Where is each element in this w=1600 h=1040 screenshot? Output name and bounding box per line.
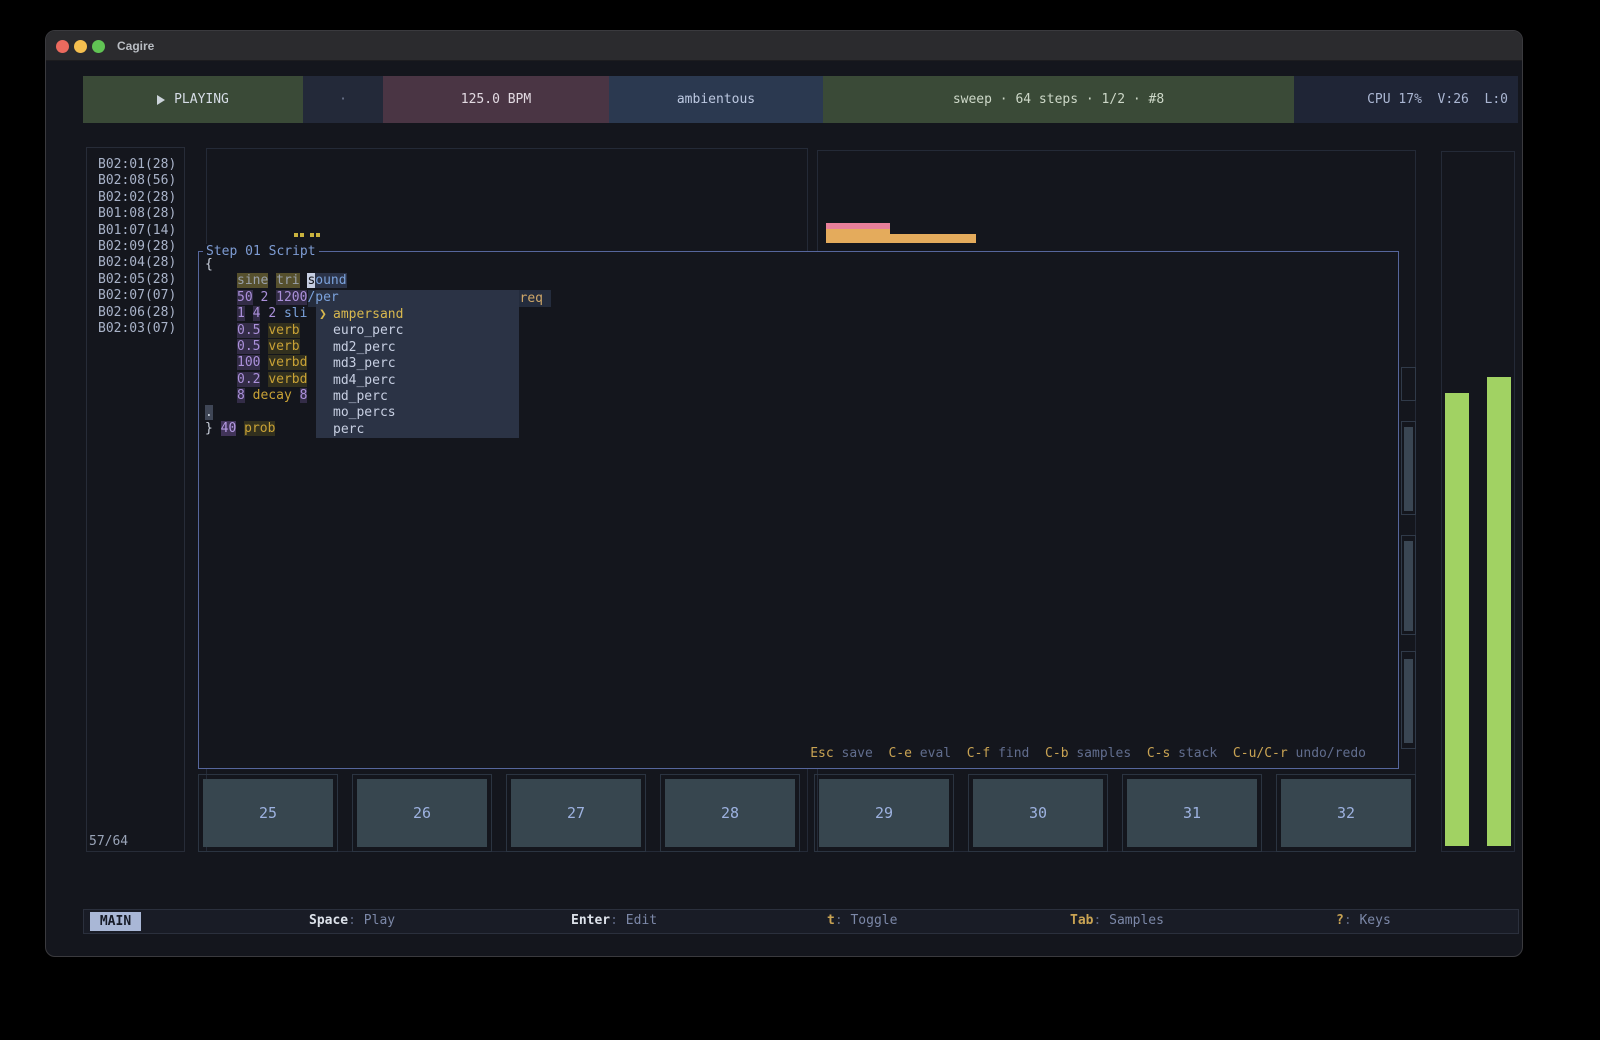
playing-label: PLAYING <box>174 92 229 107</box>
timeline-bar-orange-1 <box>826 229 890 243</box>
beat-indicator: · <box>303 76 383 123</box>
bottom-status-bar: MAIN Space: Play Enter: Edit t: Toggle Tab:… <box>83 909 1519 934</box>
step-cell-label: 29 <box>819 779 949 847</box>
window-title: Cagire <box>117 39 154 53</box>
selection-caret-icon: ❯ <box>319 307 327 323</box>
step-cell[interactable]: 27 <box>506 774 646 852</box>
step-cell-label: 32 <box>1281 779 1411 847</box>
shortcut-hint: Tab: Samples <box>1070 913 1164 928</box>
scene-name[interactable]: ambientous <box>609 76 823 123</box>
step-cell-label: 30 <box>973 779 1103 847</box>
step-cell-label: 27 <box>511 779 641 847</box>
shortcut-hint: Enter: Edit <box>571 913 657 928</box>
code-line[interactable]: 50 2 1200/per <box>237 290 339 307</box>
pattern-list-item[interactable]: B02:01(28) <box>98 157 176 174</box>
code-line[interactable]: { <box>205 257 213 274</box>
autocomplete-item[interactable]: md4_perc <box>316 373 519 390</box>
step-cell[interactable]: 28 <box>660 774 800 852</box>
autocomplete-item[interactable]: mo_percs <box>316 405 519 422</box>
autocomplete-item[interactable]: md2_perc <box>316 340 519 357</box>
level-meter-right <box>1487 377 1511 846</box>
transport-status[interactable]: PLAYING <box>83 76 303 123</box>
shortcut-hint: ?: Keys <box>1336 913 1391 928</box>
code-line[interactable]: sine tri sound <box>237 273 347 290</box>
code-line[interactable]: 0.2 verbd <box>237 372 307 389</box>
code-line[interactable]: 8 decay 8 <box>237 388 307 405</box>
code-line[interactable]: . <box>205 405 213 422</box>
timeline-bar-orange-2 <box>890 234 976 243</box>
step-cell-label: 25 <box>203 779 333 847</box>
pattern-info[interactable]: sweep · 64 steps · 1/2 · #8 <box>823 76 1294 123</box>
autocomplete-item[interactable]: ❯ampersand <box>316 307 519 324</box>
code-line[interactable]: 0.5 verb <box>237 339 300 356</box>
editor-title: Step 01 Script <box>203 244 319 259</box>
stack-slab-3 <box>1404 541 1413 631</box>
step-counter: 57/64 <box>89 834 128 849</box>
pattern-list-item[interactable]: B02:07(07) <box>98 288 176 305</box>
stack-slot-1 <box>1401 367 1416 401</box>
script-editor[interactable]: Step 01 Script freq ❯ampersandeuro_percm… <box>198 251 1399 769</box>
autocomplete-popup: ❯ampersandeuro_percmd2_percmd3_percmd4_p… <box>316 290 519 438</box>
system-stats: CPU 17% V:26 L:0 <box>1294 76 1518 123</box>
code-line[interactable]: 1 4 2 sli <box>237 306 307 323</box>
minimize-icon[interactable] <box>74 40 87 53</box>
step-cell[interactable]: 26 <box>352 774 492 852</box>
autocomplete-item[interactable]: md3_perc <box>316 356 519 373</box>
editor-keybind-hints: Esc save C-e eval C-f find C-b samples C… <box>810 746 1366 761</box>
step-cell-row: 25 26 27 28 29 30 31 32 <box>198 774 1416 852</box>
pattern-list-item[interactable]: B01:07(14) <box>98 223 176 240</box>
code-line[interactable]: } 40 prob <box>205 421 275 438</box>
level-meter-left <box>1445 393 1469 846</box>
stack-slab-2 <box>1404 427 1413 511</box>
code-line[interactable]: 0.5 verb <box>237 323 300 340</box>
pattern-list-item[interactable]: B02:03(07) <box>98 321 176 338</box>
pattern-list-item[interactable]: B02:08(56) <box>98 173 176 190</box>
pattern-list: B02:01(28)B02:08(56)B02:02(28)B01:08(28)… <box>86 147 185 852</box>
autocomplete-item[interactable]: euro_perc <box>316 323 519 340</box>
app-window: Cagire PLAYING · 125.0 BPM ambientous sw… <box>45 30 1523 957</box>
autocomplete-item[interactable]: perc <box>316 422 519 439</box>
step-cell-label: 28 <box>665 779 795 847</box>
pattern-list-item[interactable]: B01:08(28) <box>98 206 176 223</box>
step-cell[interactable]: 30 <box>968 774 1108 852</box>
bpm-display[interactable]: 125.0 BPM <box>383 76 609 123</box>
pattern-list-item[interactable]: B02:09(28) <box>98 239 176 256</box>
autocomplete-item[interactable]: md_perc <box>316 389 519 406</box>
pattern-list-item[interactable]: B02:05(28) <box>98 272 176 289</box>
title-bar: Cagire <box>46 31 1522 61</box>
zoom-icon[interactable] <box>92 40 105 53</box>
pattern-list-item[interactable]: B02:02(28) <box>98 190 176 207</box>
shortcut-hint: t: Toggle <box>827 913 897 928</box>
step-cell-label: 31 <box>1127 779 1257 847</box>
step-cell[interactable]: 29 <box>814 774 954 852</box>
step-cell[interactable]: 31 <box>1122 774 1262 852</box>
step-cell-label: 26 <box>357 779 487 847</box>
position-marker <box>294 233 324 237</box>
stack-slab-4 <box>1404 659 1413 743</box>
play-icon <box>157 95 165 105</box>
code-line[interactable]: 100 verbd <box>237 355 307 372</box>
step-cell[interactable]: 25 <box>198 774 338 852</box>
shortcut-hint: Space: Play <box>309 913 395 928</box>
close-icon[interactable] <box>56 40 69 53</box>
mode-badge: MAIN <box>90 912 141 931</box>
pattern-list-item[interactable]: B02:06(28) <box>98 305 176 322</box>
step-cell[interactable]: 32 <box>1276 774 1416 852</box>
pattern-list-item[interactable]: B02:04(28) <box>98 255 176 272</box>
